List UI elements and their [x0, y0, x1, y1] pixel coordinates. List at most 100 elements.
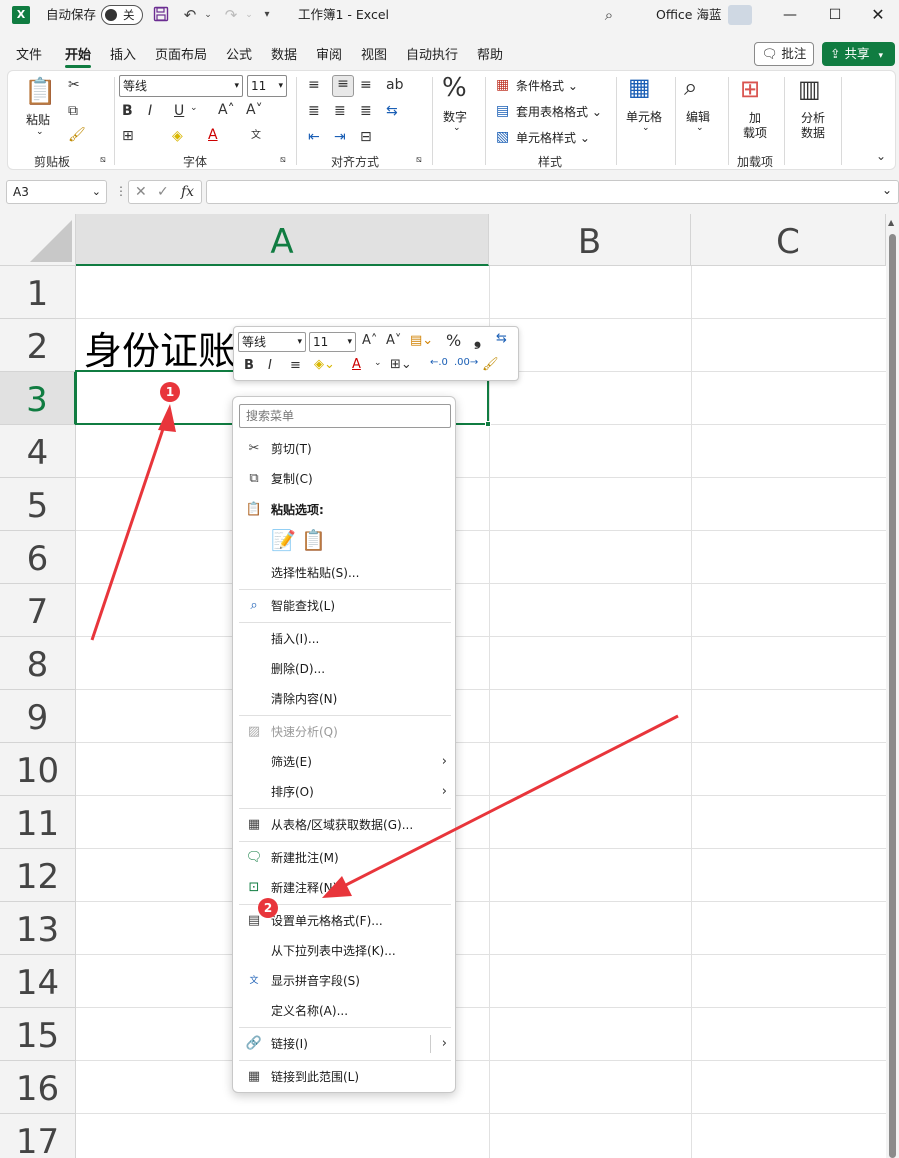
tab-review[interactable]: 审阅	[316, 44, 342, 63]
align-center-icon[interactable]: ≣	[334, 103, 346, 119]
align-left-icon[interactable]: ≣	[308, 103, 320, 119]
paste-dropdown-icon[interactable]: ⌄	[36, 127, 44, 137]
collapse-ribbon-icon[interactable]: ⌄	[876, 149, 886, 163]
comments-button[interactable]: 🗨 批注	[754, 42, 814, 66]
column-header-a[interactable]: A	[76, 214, 489, 266]
menu-item-delete[interactable]: 删除(D)...	[233, 655, 455, 683]
increase-decimal-icon[interactable]: ←.0	[430, 357, 448, 368]
tab-insert[interactable]: 插入	[110, 44, 136, 63]
alignment-launcher-icon[interactable]: ⧅	[416, 155, 422, 165]
font-name-select[interactable]: 等线 ▾	[119, 75, 243, 97]
menu-item-get-data-from-table[interactable]: ▦ 从表格/区域获取数据(G)...	[233, 811, 455, 839]
copy-icon[interactable]: ⧉	[68, 103, 78, 119]
menu-item-smart-lookup[interactable]: ⌕ 智能查找(L)	[233, 592, 455, 620]
save-icon[interactable]	[152, 6, 170, 24]
underline-icon[interactable]: U	[174, 103, 184, 119]
menu-item-pick-from-list[interactable]: 从下拉列表中选择(K)...	[233, 937, 455, 965]
menu-item-link-to-range[interactable]: ▦ 链接到此范围(L)	[233, 1063, 455, 1091]
minimize-icon[interactable]: —	[768, 0, 812, 30]
vertical-scrollbar[interactable]: ▲	[886, 214, 899, 1158]
autosave-toggle[interactable]: 关	[101, 5, 143, 25]
decrease-font-icon[interactable]: A˅	[246, 102, 263, 118]
close-icon[interactable]: ✕	[856, 0, 899, 30]
font-color-dropdown-icon[interactable]: ⌄	[374, 358, 382, 368]
menu-item-insert[interactable]: 插入(I)...	[233, 625, 455, 653]
paste-formatting-icon[interactable]: 📝	[271, 528, 296, 552]
tab-page-layout[interactable]: 页面布局	[155, 44, 207, 63]
tab-home[interactable]: 开始	[65, 44, 91, 63]
menu-item-filter[interactable]: 筛选(E) ›	[233, 748, 455, 776]
row-header-8[interactable]: 8	[0, 637, 76, 690]
increase-font-icon[interactable]: A˄	[218, 102, 235, 118]
paste-values-icon[interactable]: 📋	[301, 528, 326, 552]
undo-dropdown-icon[interactable]: ⌄	[199, 6, 217, 24]
orientation-icon[interactable]: ab	[386, 77, 403, 93]
editing-search-icon[interactable]: ⌕	[684, 73, 697, 101]
column-header-c[interactable]: C	[691, 214, 886, 266]
wrap-text-icon[interactable]: ⇆	[386, 103, 398, 119]
bold-icon[interactable]: B	[244, 358, 254, 373]
increase-font-icon[interactable]: A˄	[362, 333, 377, 348]
more-icon[interactable]: ⋮	[115, 184, 127, 198]
name-box[interactable]: A3 ⌄	[6, 180, 107, 204]
decrease-font-icon[interactable]: A˅	[386, 333, 401, 348]
expand-formula-icon[interactable]: ⌄	[882, 183, 892, 197]
user-name[interactable]: Office 海蓝	[656, 0, 721, 32]
scroll-up-icon[interactable]: ▲	[888, 218, 894, 227]
format-painter-icon[interactable]: 🖌	[482, 357, 499, 372]
wrap-text-icon[interactable]: ⇆	[496, 331, 507, 346]
search-icon[interactable]: ⌕	[600, 6, 618, 24]
row-header-6[interactable]: 6	[0, 531, 76, 584]
row-header-13[interactable]: 13	[0, 902, 76, 955]
cells-dropdown-icon[interactable]: ⌄	[642, 123, 650, 133]
row-header-12[interactable]: 12	[0, 849, 76, 902]
undo-icon[interactable]: ↶	[181, 6, 199, 24]
column-header-b[interactable]: B	[489, 214, 691, 266]
fill-color-icon[interactable]: ◈	[172, 128, 183, 144]
font-color-icon[interactable]: A	[208, 127, 218, 143]
paste-label[interactable]: 粘贴	[26, 111, 50, 128]
bold-icon[interactable]: B	[122, 103, 133, 119]
borders-icon[interactable]: ⊞⌄	[390, 357, 412, 372]
select-all-corner[interactable]	[0, 214, 76, 266]
menu-search-input[interactable]: 搜索菜单	[239, 404, 451, 428]
row-header-7[interactable]: 7	[0, 584, 76, 637]
comma-style-icon[interactable]: ❟	[474, 329, 481, 350]
merge-center-icon[interactable]: ⊟	[360, 129, 372, 145]
maximize-icon[interactable]: ☐	[813, 0, 857, 30]
align-center-icon[interactable]: ≡	[290, 358, 301, 373]
enter-icon[interactable]: ✓	[157, 181, 169, 203]
decrease-decimal-icon[interactable]: .00→	[454, 357, 478, 368]
row-header-2[interactable]: 2	[0, 319, 76, 372]
tab-automate[interactable]: 自动执行	[406, 44, 458, 63]
cell-a2[interactable]: 身份证账	[84, 320, 236, 375]
conditional-format-icon[interactable]: ▦	[496, 77, 509, 93]
font-size-select[interactable]: 11 ▾	[247, 75, 287, 97]
redo-icon[interactable]: ↷	[222, 6, 240, 24]
menu-item-cut[interactable]: ✂ 剪切(T)	[233, 435, 455, 463]
row-header-11[interactable]: 11	[0, 796, 76, 849]
format-as-table-icon[interactable]: ▤	[496, 103, 509, 119]
menu-item-phonetic[interactable]: 文 显示拼音字段(S)	[233, 967, 455, 995]
menu-item-copy[interactable]: ⧉ 复制(C)	[233, 465, 455, 493]
row-header-15[interactable]: 15	[0, 1008, 76, 1061]
addins-label-line2[interactable]: 载项	[743, 124, 767, 141]
row-header-14[interactable]: 14	[0, 955, 76, 1008]
fill-color-icon[interactable]: ◈⌄	[314, 357, 335, 372]
menu-item-define-name[interactable]: 定义名称(A)...	[233, 997, 455, 1025]
format-painter-icon[interactable]: 🖌	[68, 127, 86, 143]
conditional-format-button[interactable]: 条件格式 ⌄	[516, 77, 578, 94]
percent-style-icon[interactable]: %	[446, 331, 461, 350]
underline-dropdown-icon[interactable]: ⌄	[190, 103, 198, 113]
borders-icon[interactable]: ⊞	[122, 128, 134, 144]
align-bottom-icon[interactable]: ≡	[360, 77, 372, 93]
row-header-3[interactable]: 3	[0, 372, 76, 425]
italic-icon[interactable]: I	[148, 103, 152, 119]
clipboard-launcher-icon[interactable]: ⧅	[100, 155, 106, 165]
fill-handle[interactable]	[485, 421, 491, 427]
customize-toolbar-icon[interactable]: ▾	[258, 6, 276, 24]
tab-help[interactable]: 帮助	[477, 44, 503, 63]
insert-function-icon[interactable]: fx	[181, 181, 194, 203]
decrease-indent-icon[interactable]: ⇤	[308, 129, 320, 145]
cell-styles-button[interactable]: 单元格样式 ⌄	[516, 129, 590, 146]
